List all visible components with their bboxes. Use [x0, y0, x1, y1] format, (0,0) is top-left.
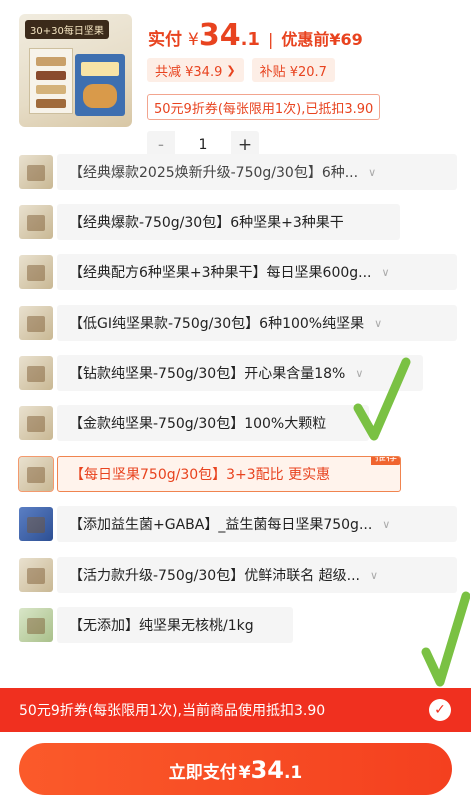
chevron-down-icon[interactable]: ∨: [370, 569, 378, 582]
chevron-down-icon[interactable]: ∨: [374, 317, 382, 330]
sku-thumbnail: [19, 608, 53, 642]
price-integer: 34: [198, 18, 241, 53]
total-discount-chip[interactable]: 共减 ¥34.9 ❯: [147, 58, 244, 82]
sku-option-selected[interactable]: 【每日坚果750g/30包】3+3配比 更实惠 推荐: [18, 456, 401, 492]
pay-amount-decimal: .1: [283, 763, 303, 783]
sku-option[interactable]: 【经典爆款2025焕新升级-750g/30包】6种... ∨: [19, 154, 457, 190]
sku-option-pill: 【每日坚果750g/30包】3+3配比 更实惠 推荐: [57, 456, 401, 492]
sku-thumbnail: [19, 306, 53, 340]
order-header: 30+30每日坚果 实付 ¥ 34 .1 | 优惠前 ¥69 共减 ¥34.9 …: [0, 0, 471, 165]
sku-option-pill: 【金款纯坚果-750g/30包】100%大颗粒: [57, 405, 369, 441]
sku-thumbnail: [19, 507, 53, 541]
sku-option[interactable]: 【无添加】纯坚果无核桃/1kg: [19, 607, 293, 643]
price-decimal: .1: [240, 29, 260, 50]
product-thumbnail[interactable]: 30+30每日坚果: [19, 14, 132, 127]
coupon-bar-text: 50元9折券(每张限用1次),当前商品使用抵扣3.90: [19, 703, 326, 719]
sku-thumbnail: [19, 255, 53, 289]
recommended-badge: 推荐: [371, 457, 400, 465]
sku-option-label: 【金款纯坚果-750g/30包】100%大颗粒: [69, 416, 327, 432]
sku-option-label: 【每日坚果750g/30包】3+3配比 更实惠: [70, 467, 331, 483]
sku-option[interactable]: 【金款纯坚果-750g/30包】100%大颗粒: [19, 405, 369, 441]
sku-thumbnail: [19, 406, 53, 440]
subsidy-chip: 补贴 ¥20.7: [251, 58, 335, 82]
sku-option-pill: 【低GI纯坚果款-750g/30包】6种100%纯坚果 ∨: [57, 305, 457, 341]
price-separator: |: [267, 30, 274, 49]
sku-option[interactable]: 【经典配方6种坚果+3种果干】每日坚果600g... ∨: [19, 254, 457, 290]
annotation-check-icon: [421, 591, 470, 687]
sku-option[interactable]: 【低GI纯坚果款-750g/30包】6种100%纯坚果 ∨: [19, 305, 457, 341]
sku-option[interactable]: 【钻款纯坚果-750g/30包】开心果含量18% ∨: [19, 355, 423, 391]
chevron-down-icon[interactable]: ∨: [382, 266, 390, 279]
coupon-bar[interactable]: 50元9折券(每张限用1次),当前商品使用抵扣3.90 ✓: [0, 688, 471, 732]
sku-option-pill: 【无添加】纯坚果无核桃/1kg: [57, 607, 293, 643]
coupon-applied-text: 50元9折券(每张限用1次),已抵扣3.90: [154, 101, 374, 117]
sku-option-label: 【经典爆款-750g/30包】6种坚果+3种果干: [69, 215, 344, 231]
currency-symbol: ¥: [188, 30, 199, 50]
thumbnail-package-right: [75, 54, 125, 116]
chevron-down-icon[interactable]: ∨: [368, 166, 376, 179]
sku-option[interactable]: 【添加益生菌+GABA】_益生菌每日坚果750g... ∨: [19, 506, 457, 542]
sku-option-label: 【经典爆款2025焕新升级-750g/30包】6种...: [69, 165, 359, 181]
sku-option-label: 【经典配方6种坚果+3种果干】每日坚果600g...: [69, 265, 372, 281]
original-price-label: 优惠前: [281, 30, 330, 49]
pay-currency: ¥: [238, 763, 251, 783]
sku-option-label: 【无添加】纯坚果无核桃/1kg: [69, 618, 254, 634]
chevron-down-icon[interactable]: ∨: [355, 367, 363, 380]
sku-option-pill: 【活力款升级-750g/30包】优鲜沛联名 超级... ∨: [57, 557, 457, 593]
chevron-down-icon[interactable]: ∨: [382, 518, 390, 531]
sku-option[interactable]: 【活力款升级-750g/30包】优鲜沛联名 超级... ∨: [19, 557, 457, 593]
chevron-right-icon: ❯: [226, 63, 236, 77]
paid-label: 实付: [148, 30, 182, 50]
sku-option-pill: 【添加益生菌+GABA】_益生菌每日坚果750g... ∨: [57, 506, 457, 542]
sku-option-pill: 【经典爆款-750g/30包】6种坚果+3种果干: [57, 204, 400, 240]
sku-thumbnail: [19, 155, 53, 189]
thumbnail-tag: 30+30每日坚果: [25, 20, 109, 39]
sku-option-label: 【钻款纯坚果-750g/30包】开心果含量18%: [69, 366, 346, 382]
subsidy-text: 补贴 ¥20.7: [259, 64, 327, 80]
sku-option-pill: 【经典爆款2025焕新升级-750g/30包】6种... ∨: [57, 154, 457, 190]
pay-amount-integer: 34: [250, 756, 284, 784]
price-line: 实付 ¥ 34 .1 | 优惠前 ¥69: [148, 18, 363, 54]
sku-option-label: 【低GI纯坚果款-750g/30包】6种100%纯坚果: [69, 316, 365, 332]
sku-option-label: 【活力款升级-750g/30包】优鲜沛联名 超级...: [69, 568, 360, 584]
sku-option[interactable]: 【经典爆款-750g/30包】6种坚果+3种果干: [19, 204, 400, 240]
check-icon[interactable]: ✓: [429, 699, 451, 721]
thumbnail-package-left: [29, 48, 73, 114]
discount-chips: 共减 ¥34.9 ❯ 补贴 ¥20.7: [147, 58, 335, 82]
sku-option-pill: 【钻款纯坚果-750g/30包】开心果含量18% ∨: [57, 355, 423, 391]
sku-option-label: 【添加益生菌+GABA】_益生菌每日坚果750g...: [69, 517, 373, 533]
coupon-applied-tag: 50元9折券(每张限用1次),已抵扣3.90: [147, 94, 381, 120]
sku-option-pill: 【经典配方6种坚果+3种果干】每日坚果600g... ∨: [57, 254, 457, 290]
pay-now-label: 立即支付: [168, 763, 237, 783]
total-discount-text: 共减 ¥34.9: [155, 64, 223, 80]
sku-thumbnail: [19, 356, 53, 390]
sku-thumbnail: [19, 205, 53, 239]
pay-now-button[interactable]: 立即支付 ¥ 34 .1: [19, 743, 452, 795]
original-price-value: ¥69: [329, 30, 363, 49]
sku-thumbnail: [19, 558, 53, 592]
sku-thumbnail: [18, 456, 54, 492]
